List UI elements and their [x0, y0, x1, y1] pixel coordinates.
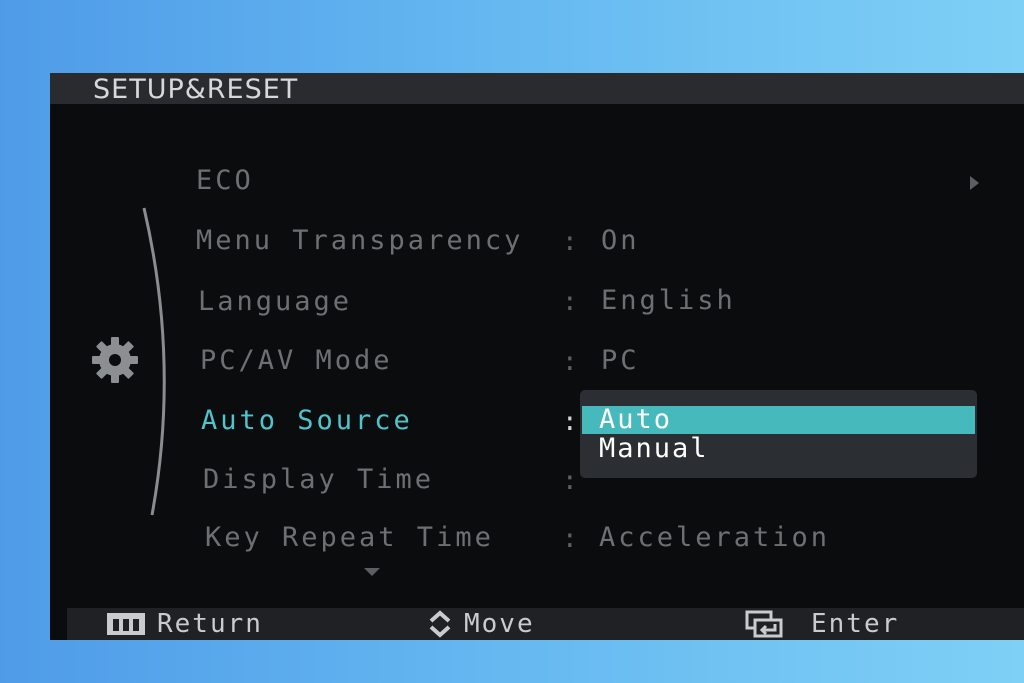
dropdown-option-label: Manual [599, 433, 709, 464]
menu-item-language[interactable]: Language [198, 286, 352, 317]
chevron-down-icon [364, 568, 380, 576]
separator: : [562, 407, 578, 437]
menu-item-pc-av-mode[interactable]: PC/AV Mode [200, 345, 393, 376]
menu-item-label: Auto Source [201, 405, 413, 436]
separator: : [562, 227, 578, 257]
move-hint[interactable]: Move [428, 608, 535, 640]
up-down-arrows-icon [429, 610, 451, 638]
menu-item-eco[interactable]: ECO [196, 165, 254, 196]
footer-bar: Return Move Enter [67, 608, 1024, 640]
separator: : [562, 347, 578, 377]
menu-item-label: Language [198, 286, 353, 317]
move-label: Move [464, 609, 535, 639]
menu-item-key-repeat-time[interactable]: Key Repeat Time [205, 522, 494, 553]
menu-item-label: ECO [196, 165, 254, 196]
osd-menu: SETUP&RESET ECO Menu Transparency : On L… [50, 73, 1024, 640]
menu-item-auto-source[interactable]: Auto Source [201, 405, 413, 436]
menu-title: SETUP&RESET [93, 74, 299, 105]
separator: : [562, 524, 578, 554]
title-bar: SETUP&RESET [50, 73, 1024, 105]
dropdown-option-label: Auto [599, 404, 673, 435]
separator: : [562, 466, 578, 496]
menu-item-label: Menu Transparency [196, 225, 524, 256]
enter-icon [745, 610, 783, 638]
menu-item-display-time[interactable]: Display Time [203, 464, 434, 495]
return-label: Return [157, 609, 263, 639]
menu-value-transparency: On [601, 225, 640, 256]
separator: : [562, 287, 578, 317]
enter-label: Enter [811, 609, 900, 639]
menu-item-label: Key Repeat Time [205, 522, 494, 553]
dropdown-option-auto[interactable]: Auto [582, 406, 975, 434]
menu-value-key-repeat-time: Acceleration [599, 522, 831, 553]
menu-bars-icon [107, 613, 145, 635]
menu-value-language: English [601, 285, 736, 316]
dropdown-option-manual[interactable]: Manual [582, 435, 975, 463]
gear-icon [92, 337, 138, 383]
auto-source-dropdown[interactable]: Auto Manual [580, 390, 977, 478]
return-hint[interactable]: Return [107, 608, 263, 640]
enter-hint[interactable]: Enter [745, 608, 899, 640]
menu-item-menu-transparency[interactable]: Menu Transparency [196, 225, 523, 256]
chevron-right-icon [970, 176, 979, 190]
menu-item-label: Display Time [203, 464, 435, 495]
menu-item-label: PC/AV Mode [200, 345, 393, 376]
menu-value-pc-av-mode: PC [601, 345, 640, 376]
